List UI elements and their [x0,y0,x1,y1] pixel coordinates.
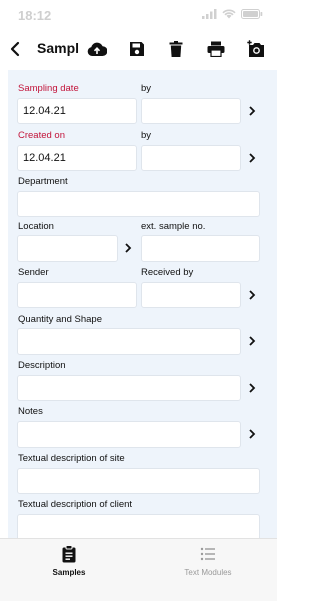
client-description-field[interactable] [17,514,260,538]
upload-button[interactable] [86,38,108,60]
site-description-label: Textual description of site [18,453,125,464]
created-by-field[interactable] [141,145,241,171]
sampling-by-label: by [141,83,152,94]
created-on-field[interactable]: 12.04.21 [17,145,137,171]
tab-text-modules[interactable]: Text Modules [139,545,277,585]
received-by-label: Received by [141,267,194,278]
floppy-disk-icon [130,42,144,56]
site-description-field[interactable] [17,468,260,494]
notes-field[interactable] [17,421,241,448]
save-button[interactable] [126,38,148,60]
printer-icon [207,41,225,57]
status-bar: 18:12 [0,0,277,34]
sender-label: Sender [18,267,49,278]
wifi-icon [222,9,236,19]
page-title: Samples [37,40,79,56]
toolbar: Samples [0,34,277,64]
tab-samples[interactable]: Samples [0,545,138,585]
location-field[interactable] [17,235,118,262]
location-label: Location [18,221,54,232]
bottom-tab-bar: Samples Text Modules [0,538,277,601]
created-on-label: Created on [18,130,66,141]
sender-field[interactable] [17,282,137,308]
department-label: Department [18,176,68,187]
notes-chevron-icon[interactable] [247,428,257,440]
sampling-date-field[interactable]: 12.04.21 [17,98,137,124]
sampling-by-field[interactable] [141,98,241,124]
notes-label: Notes [18,406,43,417]
received-by-field[interactable] [141,282,241,308]
battery-icon [241,9,263,19]
status-icons [202,9,263,19]
signal-icon [202,9,217,19]
list-icon [200,547,215,561]
location-chevron-icon[interactable] [123,242,133,254]
clipboard-icon [62,545,76,563]
description-field[interactable] [17,375,241,401]
sampling-by-chevron-icon[interactable] [247,105,257,117]
sampling-date-label: Sampling date [18,83,79,94]
tab-text-modules-label: Text Modules [184,568,232,577]
created-by-label: by [141,130,152,141]
quantity-field[interactable] [17,328,241,355]
add-photo-button[interactable] [245,38,267,60]
department-field[interactable] [17,191,260,217]
ext-sample-field[interactable] [141,235,260,262]
received-by-chevron-icon[interactable] [247,289,257,301]
trash-icon [169,41,183,57]
status-time: 18:12 [18,8,52,23]
back-button[interactable] [5,37,27,61]
quantity-label: Quantity and Shape [18,314,102,325]
back-chevron-icon [10,41,20,57]
client-description-label: Textual description of client [18,499,133,510]
quantity-chevron-icon[interactable] [247,335,257,347]
sample-form: Sampling date by 12.04.21 Created on by … [0,64,277,538]
tab-samples-label: Samples [52,568,86,577]
delete-button[interactable] [165,38,187,60]
description-label: Description [18,360,66,371]
ext-sample-label: ext. sample no. [141,221,206,232]
cloud-upload-icon [87,42,107,57]
created-by-chevron-icon[interactable] [247,152,257,164]
description-chevron-icon[interactable] [247,382,257,394]
print-button[interactable] [205,38,227,60]
add-camera-icon [247,40,264,57]
